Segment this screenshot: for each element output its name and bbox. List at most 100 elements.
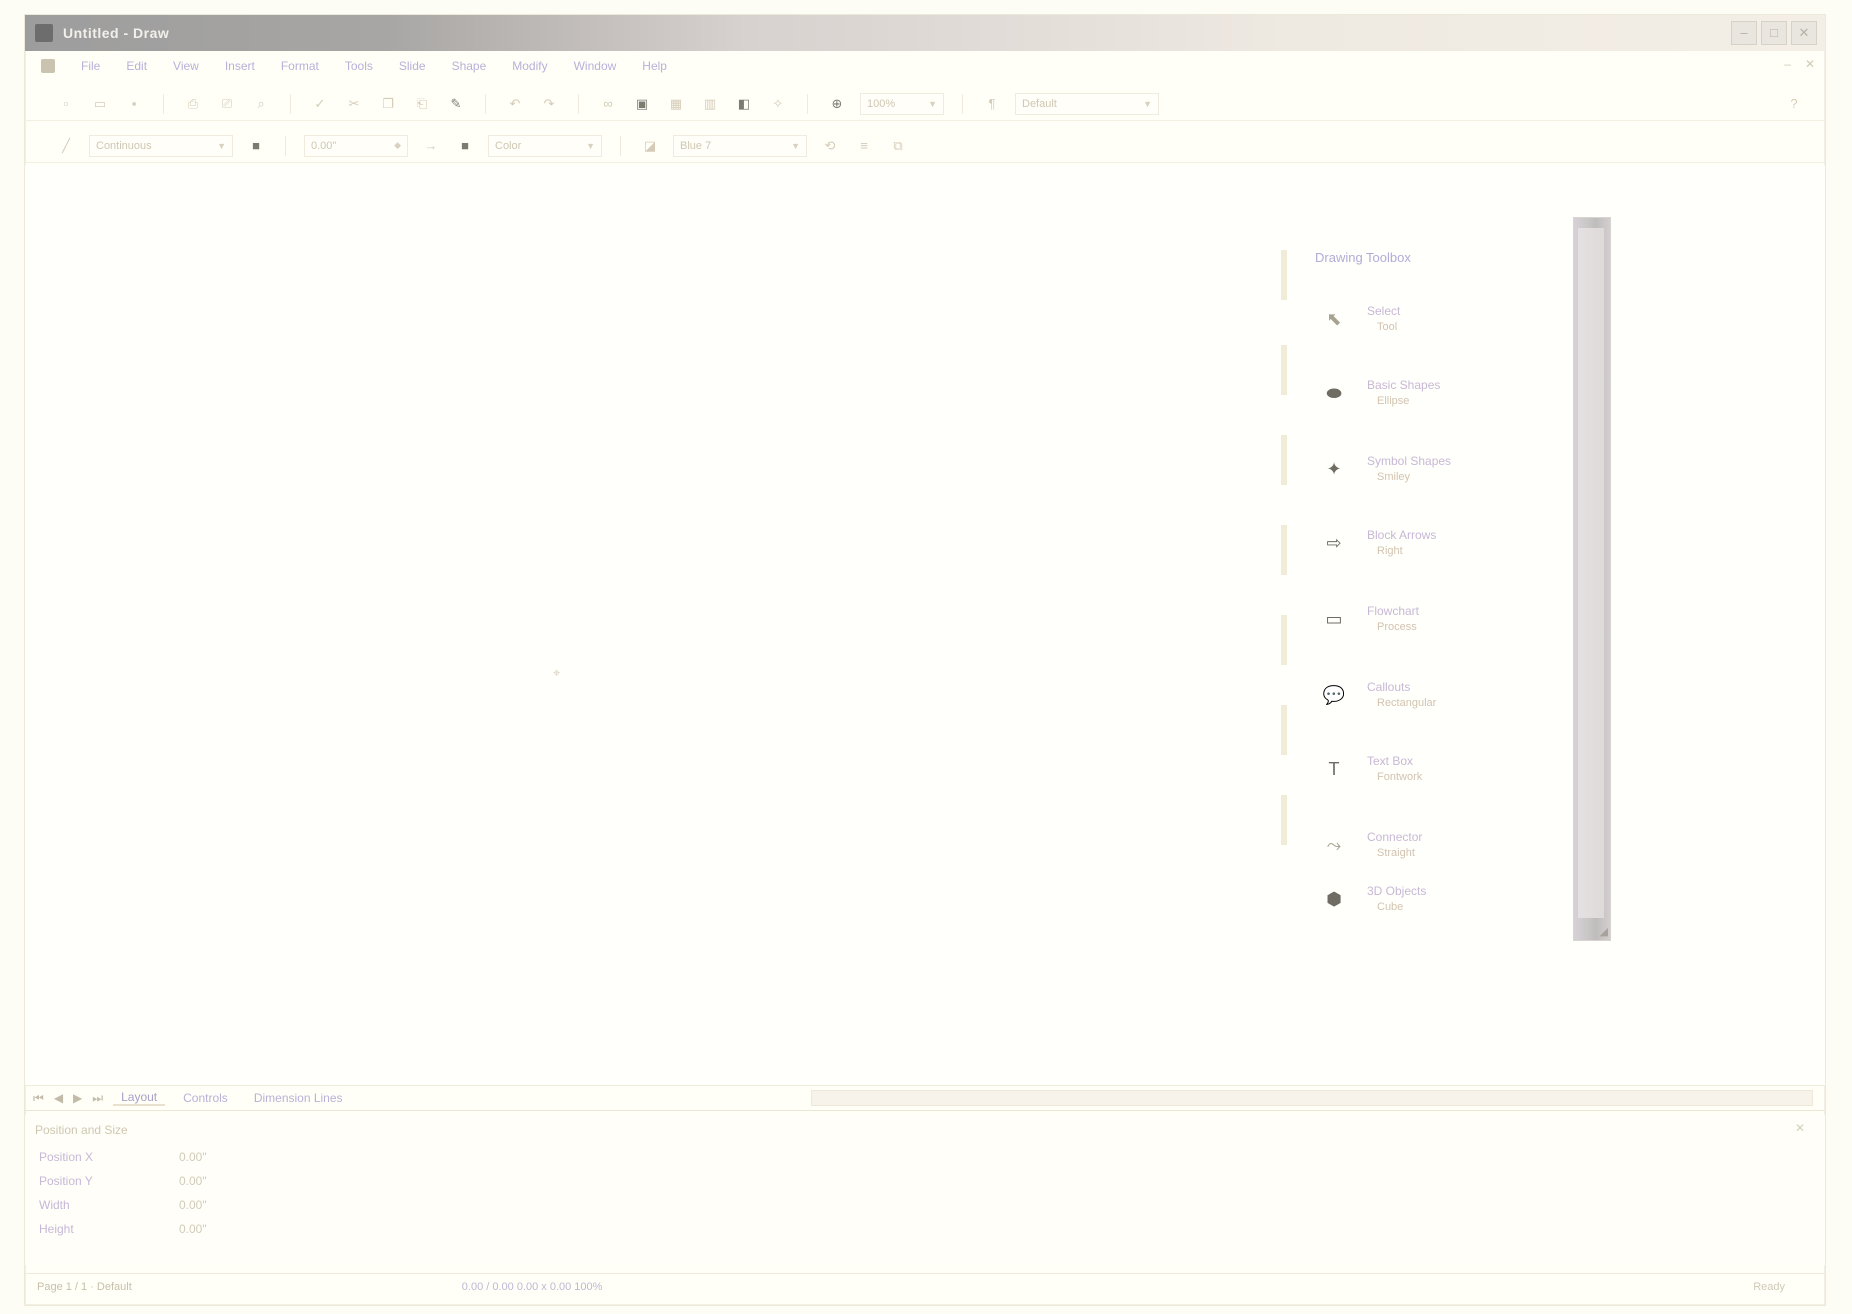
spellcheck-icon[interactable]: ✓	[309, 93, 331, 115]
open-folder-icon[interactable]: ▭	[89, 93, 111, 115]
tool-flowchart[interactable]: ▭ Flowchart Process	[1315, 592, 1555, 646]
horizontal-scrollbar[interactable]	[811, 1090, 1813, 1106]
styles-icon[interactable]: ¶	[981, 93, 1003, 115]
menu-edit[interactable]: Edit	[126, 59, 147, 73]
property-key: Position Y	[39, 1174, 93, 1188]
app-window: Untitled - Draw – □ ✕ File Edit View Ins…	[24, 14, 1826, 1306]
close-icon[interactable]: ✕	[1795, 1121, 1805, 1135]
align-icon[interactable]: ≡	[853, 135, 875, 157]
menu-bar: File Edit View Insert Format Tools Slide…	[25, 53, 1825, 79]
list-item[interactable]: Position Y 0.00"	[39, 1169, 299, 1193]
prev-tab-icon[interactable]: ◀	[54, 1091, 63, 1105]
next-tab-icon[interactable]: ▶	[73, 1091, 82, 1105]
list-item[interactable]: Width 0.00"	[39, 1193, 299, 1217]
arrange-icon[interactable]: ⧉	[887, 135, 909, 157]
scrollbar-thumb[interactable]	[1578, 228, 1604, 918]
menu-file[interactable]: File	[81, 59, 100, 73]
tool-select[interactable]: ⬉ Select Tool	[1315, 292, 1555, 346]
zoom-combo[interactable]: 100% ▼	[860, 92, 944, 115]
line-width-field[interactable]: 0.00" ◆	[304, 134, 408, 157]
position-size-panel: Position and Size ✕ Position X 0.00" Pos…	[25, 1115, 1825, 1265]
minimize-button[interactable]: –	[1731, 21, 1757, 45]
copy-icon[interactable]: ❐	[377, 93, 399, 115]
tool-label: Callouts Rectangular	[1367, 680, 1437, 709]
print-icon[interactable]: ⎚	[216, 93, 238, 115]
cut-icon[interactable]: ✂	[343, 93, 365, 115]
menu-modify[interactable]: Modify	[512, 59, 547, 73]
menu-window[interactable]: Window	[574, 59, 617, 73]
new-document-icon[interactable]: ▫	[55, 93, 77, 115]
tool-label: Text Box Fontwork	[1367, 754, 1423, 783]
table-icon[interactable]: ▦	[665, 93, 687, 115]
title-bar[interactable]: Untitled - Draw – □ ✕	[25, 15, 1825, 51]
list-item[interactable]: Position X 0.00"	[39, 1145, 299, 1169]
toolbar-separator	[807, 93, 808, 114]
tab-dimension-lines[interactable]: Dimension Lines	[246, 1091, 351, 1105]
tool-block-arrows[interactable]: ⇨ Block Arrows Right	[1315, 516, 1555, 570]
close-button[interactable]: ✕	[1791, 21, 1817, 45]
menu-shape[interactable]: Shape	[452, 59, 487, 73]
area-fill-icon[interactable]: ■	[454, 135, 476, 157]
chart-icon[interactable]: ▥	[699, 93, 721, 115]
line-color-icon[interactable]: ■	[245, 135, 267, 157]
toolbar-separator	[290, 93, 291, 114]
export-pdf-icon[interactable]: ⎙	[182, 93, 204, 115]
insert-image-icon[interactable]: ▣	[631, 93, 653, 115]
tool-label: Block Arrows Right	[1367, 528, 1437, 557]
tab-controls[interactable]: Controls	[175, 1091, 236, 1105]
tool-3d-objects[interactable]: ⬢ 3D Objects Cube	[1315, 872, 1555, 926]
tool-text-box[interactable]: T Text Box Fontwork	[1315, 742, 1555, 796]
hyperlink-icon[interactable]: ∞	[597, 93, 619, 115]
arrow-style-icon[interactable]: →	[420, 135, 442, 157]
last-tab-icon[interactable]: ⏭	[92, 1091, 103, 1106]
vertical-scrollbar[interactable]: ◢	[1573, 217, 1611, 941]
grip-segment	[1281, 525, 1287, 575]
area-style-combo[interactable]: Color ▼	[488, 134, 602, 157]
format-paintbrush-icon[interactable]: ✎	[445, 93, 467, 115]
toolbox-grip[interactable]	[1275, 230, 1293, 930]
area-color-combo[interactable]: Blue 7 ▼	[673, 134, 807, 157]
resize-grip-icon[interactable]: ◢	[1600, 925, 1608, 938]
first-tab-icon[interactable]: ⏮	[33, 1091, 44, 1106]
shadow-icon[interactable]: ◪	[639, 135, 661, 157]
maximize-button[interactable]: □	[1761, 21, 1787, 45]
drawing-canvas[interactable]: ⌖ Drawing Toolbox ⬉ Select Tool ⬬ Basic S…	[25, 165, 1825, 1085]
menu-format[interactable]: Format	[281, 59, 319, 73]
style-combo[interactable]: Default ▼	[1015, 92, 1159, 115]
tool-basic-shapes[interactable]: ⬬ Basic Shapes Ellipse	[1315, 366, 1555, 420]
menu-tools[interactable]: Tools	[345, 59, 373, 73]
chevron-down-icon: ▼	[586, 140, 595, 151]
transformations-icon[interactable]: ⟲	[819, 135, 841, 157]
tool-symbol-shapes[interactable]: ✦ Symbol Shapes Smiley	[1315, 442, 1555, 496]
area-color-value: Blue 7	[680, 139, 712, 152]
redo-icon[interactable]: ↷	[538, 93, 560, 115]
doc-close-icon[interactable]: ✕	[1805, 57, 1815, 71]
line-style-combo[interactable]: Continuous ▼	[89, 134, 233, 157]
property-value: 0.00"	[179, 1222, 207, 1236]
tool-callouts[interactable]: 💬 Callouts Rectangular	[1315, 668, 1555, 722]
area-style-value: Color	[495, 139, 522, 152]
paste-icon[interactable]: ⎗	[411, 93, 433, 115]
menu-insert[interactable]: Insert	[225, 59, 255, 73]
app-icon	[35, 24, 53, 42]
property-key: Width	[39, 1198, 70, 1212]
doc-minimize-icon[interactable]: –	[1784, 57, 1791, 71]
window-title: Untitled - Draw	[63, 25, 170, 41]
tool-connector[interactable]: ⤳ Connector Straight	[1315, 818, 1555, 872]
undo-icon[interactable]: ↶	[504, 93, 526, 115]
navigator-icon[interactable]: ✧	[767, 93, 789, 115]
menu-help[interactable]: Help	[642, 59, 667, 73]
document-icon[interactable]	[41, 59, 55, 73]
help-icon[interactable]: ?	[1783, 93, 1805, 115]
menu-view[interactable]: View	[173, 59, 199, 73]
list-item[interactable]: Height 0.00"	[39, 1217, 299, 1241]
status-ready: Ready	[1753, 1280, 1785, 1293]
print-preview-icon[interactable]: ⌕	[250, 93, 272, 115]
menu-slide[interactable]: Slide	[399, 59, 426, 73]
save-icon[interactable]: ▪	[123, 93, 145, 115]
tab-layout[interactable]: Layout	[113, 1090, 166, 1106]
toolbar-separator	[285, 135, 286, 156]
gallery-icon[interactable]: ◧	[733, 93, 755, 115]
zoom-icon[interactable]: ⊕	[826, 93, 848, 115]
line-icon[interactable]: ╱	[55, 135, 77, 157]
